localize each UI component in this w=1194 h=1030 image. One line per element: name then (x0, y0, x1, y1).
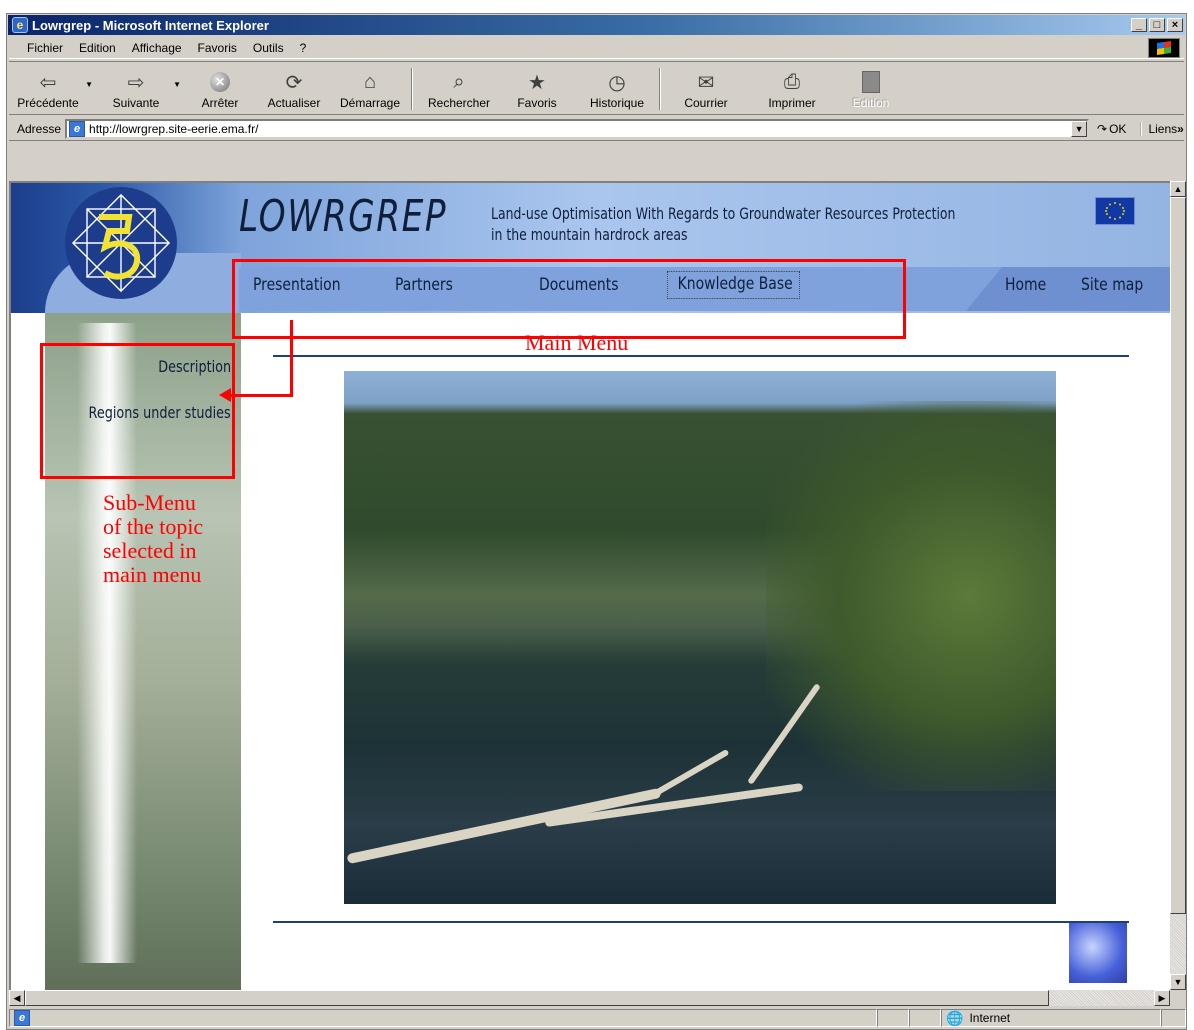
browser-window: e Lowrgrep - Microsoft Internet Explorer… (6, 13, 1187, 1030)
back-button[interactable]: ⇦ Précédente ▼ (17, 68, 93, 111)
scroll-down-icon[interactable]: ▼ (1170, 974, 1186, 990)
maximize-button[interactable]: □ (1149, 18, 1165, 32)
menu-bar: Fichier Edition Affichage Favoris Outils… (9, 37, 1184, 59)
page-status-icon: e (14, 1010, 30, 1026)
home-button[interactable]: ⌂ Démarrage (331, 68, 409, 111)
globe-icon: 🌐 (946, 1009, 964, 1026)
menu-favoris[interactable]: Favoris (190, 41, 245, 55)
scroll-right-icon[interactable]: ▶ (1154, 990, 1170, 1006)
go-arrow-icon: ↷ (1097, 121, 1108, 136)
refresh-button[interactable]: ⟳ Actualiser (257, 68, 331, 111)
home-icon: ⌂ (363, 70, 377, 93)
edit-button[interactable]: Edition (841, 68, 901, 110)
menu-fichier[interactable]: Fichier (19, 41, 71, 55)
forward-button[interactable]: ⇨ Suivante ▼ (105, 68, 181, 111)
lake-photo (344, 371, 1056, 904)
vertical-scroll-thumb[interactable] (1170, 197, 1186, 914)
forward-dropdown-icon[interactable]: ▼ (173, 80, 181, 89)
windows-logo-icon (1148, 38, 1180, 58)
status-bar: e 🌐 Internet (9, 1008, 1186, 1028)
scrollbar-corner (1170, 990, 1186, 1006)
close-button[interactable]: × (1167, 18, 1183, 32)
back-dropdown-icon[interactable]: ▼ (85, 80, 93, 89)
bottom-divider (273, 921, 1129, 923)
menu-home[interactable]: Home (1005, 275, 1046, 295)
go-button[interactable]: ↷ OK (1097, 122, 1126, 136)
horizontal-scroll-thumb[interactable] (25, 990, 1049, 1006)
menu-affichage[interactable]: Affichage (124, 41, 190, 55)
corner-thumbnail (1069, 923, 1127, 983)
status-panel (909, 1009, 941, 1027)
main-menu-annotation-label: Main Menu (525, 330, 629, 355)
window-title: Lowrgrep - Microsoft Internet Explorer (32, 17, 269, 33)
page-icon: e (69, 120, 86, 137)
favorites-button[interactable]: ★ Favoris (507, 68, 567, 111)
annotation-connector (229, 394, 293, 397)
top-divider (273, 355, 1129, 357)
address-input[interactable] (89, 121, 1070, 136)
address-dropdown-icon[interactable]: ▼ (1071, 120, 1088, 137)
mail-button[interactable]: ✉ Courrier (671, 68, 741, 111)
printer-icon: ⎙ (784, 70, 800, 93)
horizontal-scrollbar[interactable]: ◀ ▶ (9, 990, 1170, 1006)
search-button[interactable]: ⌕ Rechercher (417, 68, 501, 111)
history-icon: ◷ (608, 71, 626, 94)
scroll-up-icon[interactable]: ▲ (1170, 181, 1186, 197)
history-button[interactable]: ◷ Historique (577, 68, 657, 111)
chevron-right-icon[interactable]: » (1177, 122, 1184, 136)
sub-menu-annotation-label: Sub-Menu of the topic selected in main m… (103, 490, 204, 587)
back-arrow-icon: ⇦ (39, 71, 57, 94)
search-icon: ⌕ (453, 70, 465, 93)
site-logo[interactable] (65, 187, 177, 299)
refresh-icon: ⟳ (285, 71, 303, 94)
address-bar: Adresse e ▼ ↷ OK Liens » (9, 117, 1184, 141)
eu-flag-icon (1095, 197, 1135, 225)
title-bar: e Lowrgrep - Microsoft Internet Explorer… (8, 15, 1185, 35)
forward-arrow-icon: ⇨ (127, 71, 145, 94)
standard-toolbar: ⇦ Précédente ▼ ⇨ Suivante ▼ ✕ Arrêter ⟳ … (9, 61, 1184, 115)
annotation-connector (290, 320, 293, 397)
minimize-button[interactable]: _ (1131, 18, 1147, 32)
site-tagline: Land-use Optimisation With Regards to Gr… (491, 204, 956, 244)
status-text-panel: e (9, 1009, 877, 1027)
edit-page-icon (862, 71, 880, 93)
mail-icon: ✉ (697, 71, 715, 94)
stop-icon: ✕ (210, 72, 230, 92)
stop-button[interactable]: ✕ Arrêter (193, 68, 247, 110)
menu-outils[interactable]: Outils (245, 41, 292, 55)
logo-emblem-icon (71, 193, 171, 293)
vertical-scrollbar[interactable]: ▲ ▼ (1170, 181, 1186, 990)
ie-logo-icon: e (12, 17, 28, 33)
status-zone-panel: 🌐 Internet (941, 1009, 1161, 1027)
site-title: LOWRGREP (239, 191, 448, 242)
menu-help[interactable]: ? (292, 41, 315, 55)
sub-menu-annotation-box (40, 343, 235, 479)
print-button[interactable]: ⎙ Imprimer (757, 68, 827, 111)
toolbar-separator (659, 68, 661, 110)
toolbar-separator (411, 68, 413, 110)
address-label: Adresse (17, 121, 62, 136)
status-panel (877, 1009, 909, 1027)
menu-edition[interactable]: Edition (71, 41, 124, 55)
resize-grip-icon[interactable] (1161, 1009, 1186, 1027)
favorites-icon: ★ (528, 71, 546, 94)
menu-site-map[interactable]: Site map (1081, 275, 1143, 295)
scroll-left-icon[interactable]: ◀ (9, 990, 25, 1006)
links-button[interactable]: Liens (1140, 121, 1177, 136)
main-menu-annotation-box (232, 259, 906, 339)
address-field[interactable]: e ▼ (65, 118, 1090, 139)
